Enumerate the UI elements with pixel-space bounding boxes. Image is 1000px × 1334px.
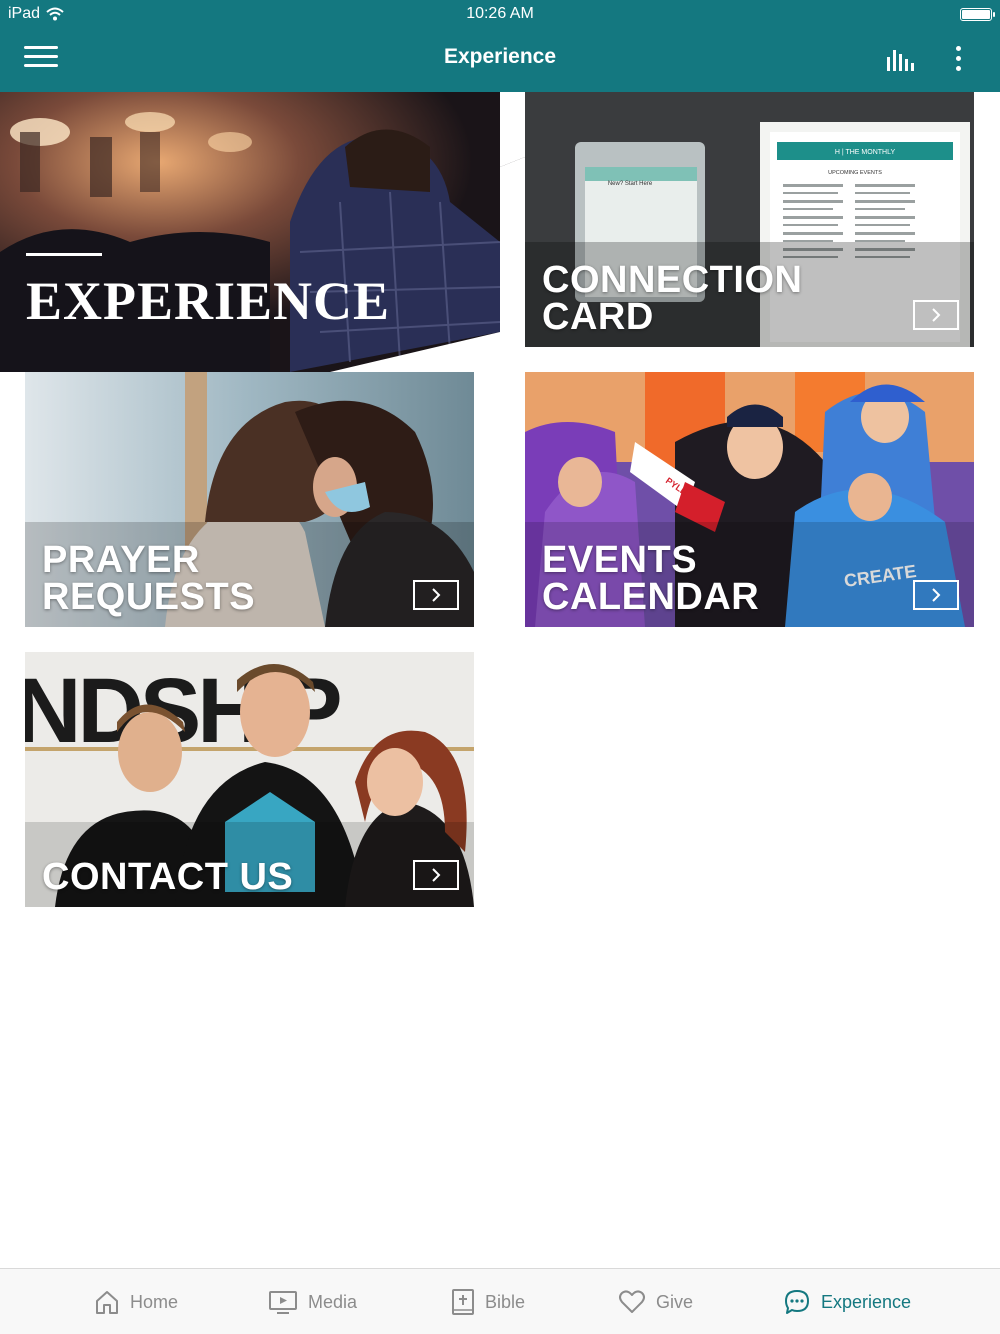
events-calendar-line1: EVENTS (542, 539, 698, 581)
prayer-requests-line1: PRAYER (42, 539, 200, 581)
tab-bible-label: Bible (485, 1291, 526, 1312)
new-start-here-text: New? Start Here (608, 181, 653, 187)
app-screen: iPad 10:26 AM Experience EXPERIENCE New?… (0, 0, 1000, 1334)
monthly-header-text: H | THE MONTHLY (835, 149, 896, 156)
tab-media-label: Media (308, 1291, 358, 1312)
media-icon (269, 1291, 297, 1314)
contact-us-label: CONTACT US (42, 856, 294, 898)
top-bar: iPad 10:26 AM Experience (0, 0, 1000, 92)
home-icon (96, 1291, 118, 1314)
chevron-right-icon[interactable] (913, 580, 959, 610)
events-calendar-label: EVENTS CALENDAR (542, 539, 760, 618)
hero-rule (26, 253, 102, 256)
prayer-requests-label: PRAYER REQUESTS (42, 539, 256, 618)
hero-title: EXPERIENCE (26, 271, 391, 331)
chevron-right-icon[interactable] (413, 860, 459, 890)
tab-media[interactable]: Media (268, 1269, 357, 1334)
upcoming-events-text: UPCOMING EVENTS (828, 170, 882, 176)
contact-us-line1: CONTACT US (42, 856, 294, 898)
events-calendar-tile[interactable]: PYLE CREATE EVENTS CALENDAR (525, 372, 974, 627)
tab-home-label: Home (130, 1291, 179, 1312)
status-time: 10:26 AM (466, 5, 534, 22)
tab-bible[interactable]: Bible (451, 1269, 525, 1334)
tab-give-label: Give (656, 1291, 694, 1312)
more-options-button[interactable] (948, 43, 968, 75)
chevron-right-icon[interactable] (413, 580, 459, 610)
nav-bar: Experience (0, 28, 1000, 92)
battery-icon (960, 8, 995, 21)
tab-give[interactable]: Give (618, 1269, 693, 1334)
tab-home[interactable]: Home (94, 1269, 178, 1334)
experience-hero-banner: EXPERIENCE (0, 92, 525, 372)
prayer-requests-tile[interactable]: PRAYER REQUESTS (25, 372, 474, 627)
contact-us-tile[interactable]: NDSHIP CONTACT US (25, 652, 474, 907)
chevron-right-icon[interactable] (913, 300, 959, 330)
connection-card-line1: CONNECTION (542, 259, 803, 301)
connection-card-tile[interactable]: New? Start Here H | THE MONTHLY UPCOMING… (525, 92, 974, 347)
bible-icon (452, 1289, 474, 1315)
chat-icon (785, 1290, 809, 1314)
page-title: Experience (443, 45, 557, 68)
connection-card-line2: CARD (542, 296, 654, 338)
bottom-tab-bar: Home Media Bible Give Experience (0, 1268, 1000, 1334)
prayer-requests-line2: REQUESTS (42, 576, 256, 618)
connection-card-label: CONNECTION CARD (542, 259, 803, 338)
tab-experience[interactable]: Experience (783, 1269, 911, 1334)
status-bar: iPad 10:26 AM (0, 0, 1000, 28)
events-calendar-line2: CALENDAR (542, 576, 760, 618)
heart-icon (619, 1290, 645, 1313)
audio-bars-icon[interactable] (884, 46, 918, 74)
tab-experience-label: Experience (821, 1291, 912, 1312)
